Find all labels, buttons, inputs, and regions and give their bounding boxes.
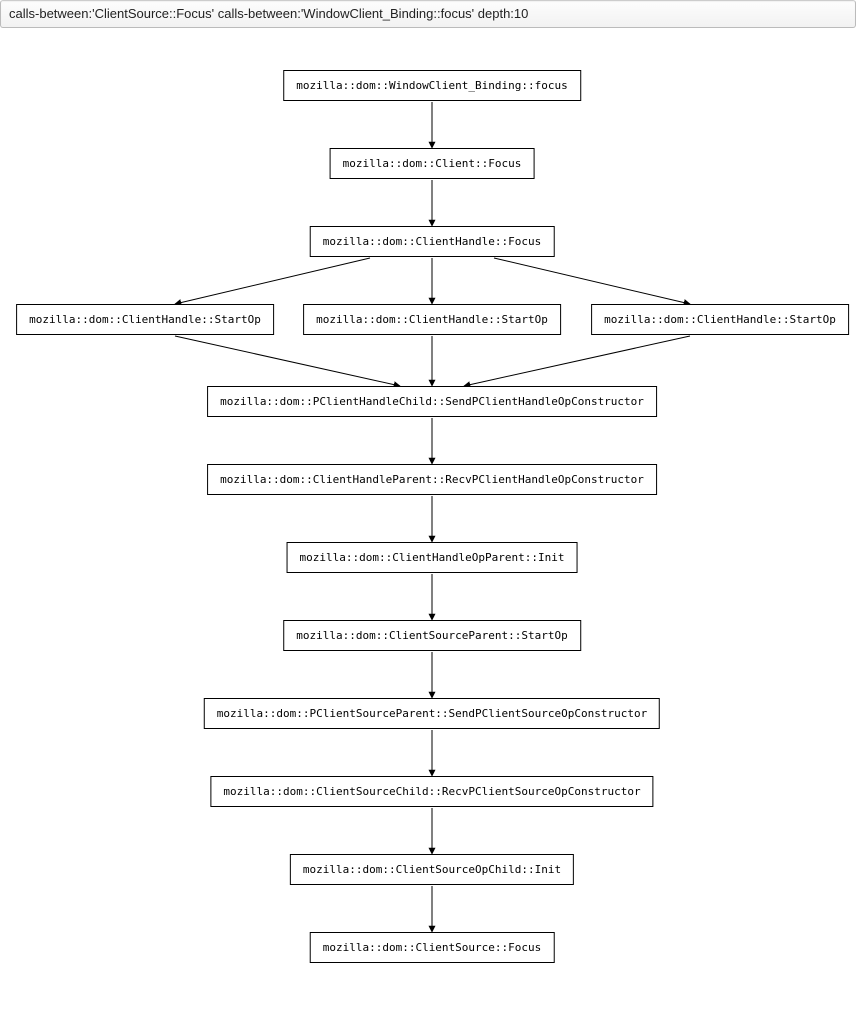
node-clientsource-focus[interactable]: mozilla::dom::ClientSource::Focus [310, 932, 555, 963]
node-clientsourcechild-recv[interactable]: mozilla::dom::ClientSourceChild::RecvPCl… [210, 776, 653, 807]
node-clienthandle-focus[interactable]: mozilla::dom::ClientHandle::Focus [310, 226, 555, 257]
node-clientsourceparent-startop[interactable]: mozilla::dom::ClientSourceParent::StartO… [283, 620, 581, 651]
node-windowclient-binding-focus[interactable]: mozilla::dom::WindowClient_Binding::focu… [283, 70, 581, 101]
node-clientsourceopchild-init[interactable]: mozilla::dom::ClientSourceOpChild::Init [290, 854, 574, 885]
search-bar [0, 0, 856, 28]
node-clienthandle-startop-3[interactable]: mozilla::dom::ClientHandle::StartOp [591, 304, 849, 335]
call-graph: mozilla::dom::WindowClient_Binding::focu… [0, 28, 856, 1016]
node-clienthandleopparent-init[interactable]: mozilla::dom::ClientHandleOpParent::Init [287, 542, 578, 573]
node-clienthandle-startop-1[interactable]: mozilla::dom::ClientHandle::StartOp [16, 304, 274, 335]
search-input[interactable] [7, 5, 849, 22]
node-pclienthandlechild-send[interactable]: mozilla::dom::PClientHandleChild::SendPC… [207, 386, 657, 417]
node-clienthandleparent-recv[interactable]: mozilla::dom::ClientHandleParent::RecvPC… [207, 464, 657, 495]
node-clienthandle-startop-2[interactable]: mozilla::dom::ClientHandle::StartOp [303, 304, 561, 335]
node-pclientsourceparent-send[interactable]: mozilla::dom::PClientSourceParent::SendP… [204, 698, 660, 729]
node-client-focus[interactable]: mozilla::dom::Client::Focus [330, 148, 535, 179]
